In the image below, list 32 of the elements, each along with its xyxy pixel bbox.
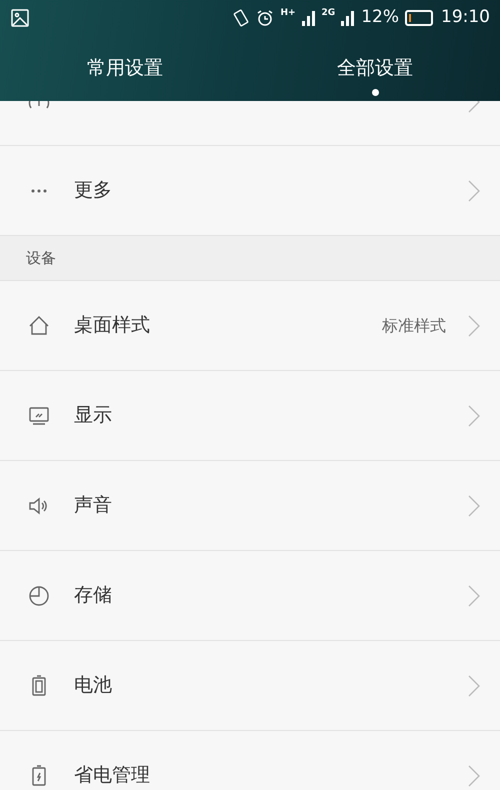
setting-label: 电池 xyxy=(74,673,112,698)
battery-icon xyxy=(405,10,433,26)
signal-icon xyxy=(341,10,356,26)
signal-icon xyxy=(302,10,316,26)
image-icon xyxy=(10,8,30,28)
network-type: H+ xyxy=(280,8,296,18)
chevron-right-icon xyxy=(468,180,480,202)
setting-value: 标准样式 xyxy=(382,314,446,336)
setting-label: 省电管理 xyxy=(74,763,150,788)
chevron-right-icon xyxy=(468,314,480,336)
settings-row[interactable] xyxy=(0,101,500,146)
setting-label: 桌面样式 xyxy=(74,313,150,338)
tab[interactable]: 常用设置 xyxy=(0,35,250,101)
more-icon xyxy=(31,188,47,192)
clock-time: 19:10 xyxy=(441,6,490,29)
chevron-right-icon xyxy=(468,764,480,786)
section-header: 设备 xyxy=(26,248,56,269)
home-icon xyxy=(27,314,51,338)
alarm-clock-icon xyxy=(256,8,274,26)
network-type: 2G xyxy=(322,8,336,18)
chevron-right-icon xyxy=(468,584,480,606)
chevron-right-icon xyxy=(468,674,480,696)
setting-label: 更多 xyxy=(74,178,112,204)
chevron-right-icon xyxy=(468,494,480,516)
setting-label: 显示 xyxy=(74,403,112,428)
vibrate-icon xyxy=(232,8,250,26)
tab[interactable]: 全部设置 xyxy=(250,35,500,101)
battery-percent: 12% xyxy=(361,6,399,29)
setting-label: 声音 xyxy=(74,493,112,518)
chevron-right-icon xyxy=(468,404,480,426)
pie-chart-icon xyxy=(27,584,51,608)
setting-label: 存储 xyxy=(74,583,112,608)
